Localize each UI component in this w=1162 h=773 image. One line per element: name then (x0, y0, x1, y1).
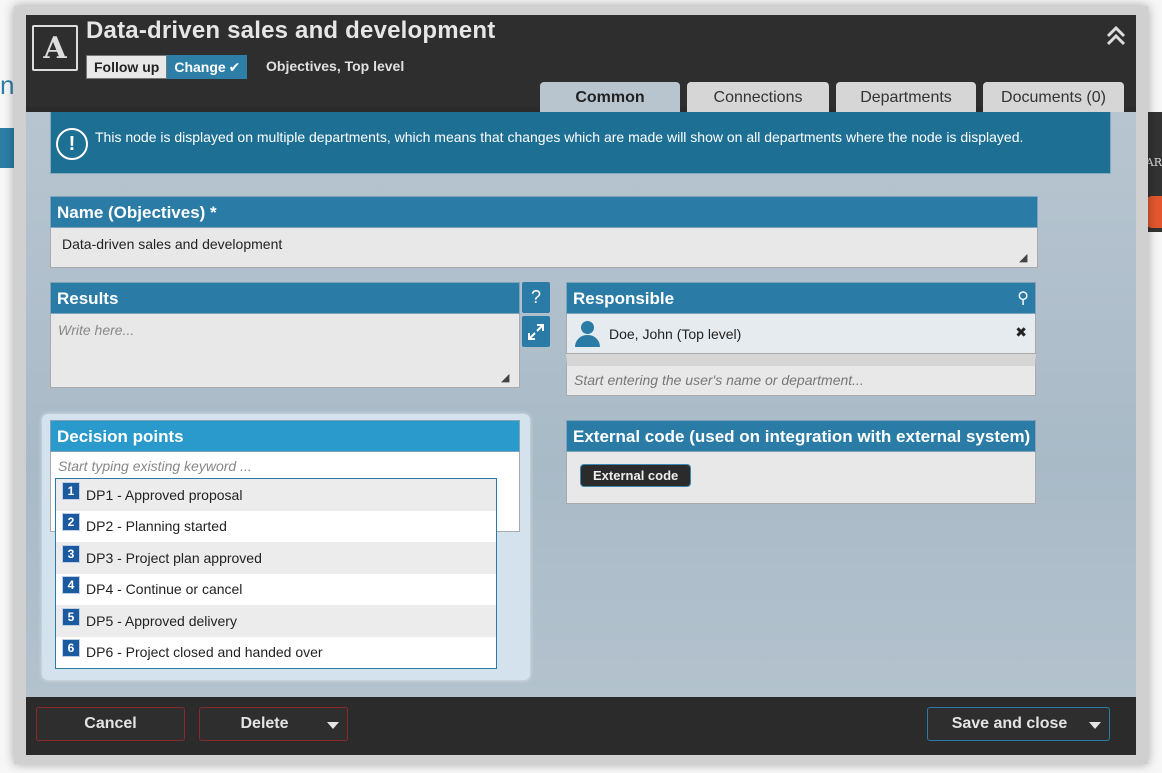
responsible-field-header: Responsible ⚲ (566, 282, 1036, 314)
save-button-label: Save and close (951, 715, 1068, 732)
tab-bar: Common Connections Departments Documents… (540, 82, 1124, 113)
follow-up-status[interactable]: Follow up (86, 55, 168, 79)
dropdown-option-dp1[interactable]: 1 DP1 - Approved proposal (56, 479, 496, 511)
cancel-button[interactable]: Cancel (36, 707, 185, 741)
page-title: Data-driven sales and development (86, 17, 496, 44)
edit-node-modal: A Data-driven sales and development Foll… (14, 6, 1148, 764)
option-number-badge: 6 (62, 639, 80, 658)
background-side-text: AR (1145, 156, 1162, 169)
user-select-icon[interactable]: ⚲ (1017, 288, 1029, 308)
dropdown-option-dp4[interactable]: 4 DP4 - Continue or cancel (56, 574, 496, 606)
option-number-badge: 1 (62, 481, 80, 500)
tab-common[interactable]: Common (540, 82, 680, 113)
user-avatar-icon (573, 319, 601, 349)
name-field: Name (Objectives) * Data-driven sales an… (50, 196, 1038, 268)
tab-documents[interactable]: Documents (0) (983, 82, 1124, 113)
option-number-badge: 3 (62, 544, 80, 563)
option-label: DP1 - Approved proposal (86, 486, 243, 503)
option-number-badge: 2 (62, 513, 80, 532)
option-number-badge: 5 (62, 607, 80, 626)
dropdown-option-dp3[interactable]: 3 DP3 - Project plan approved (56, 542, 496, 574)
delete-button-label: Delete (240, 715, 289, 732)
results-side-buttons: ? (522, 282, 550, 350)
question-icon: ? (530, 287, 541, 307)
name-input[interactable]: Data-driven sales and development ◢ (50, 228, 1038, 268)
resize-handle-icon[interactable]: ◢ (501, 371, 513, 384)
option-label: DP5 - Approved delivery (86, 612, 237, 629)
dropdown-option-dp2[interactable]: 2 DP2 - Planning started (56, 511, 496, 543)
resize-handle-icon[interactable]: ◢ (1019, 251, 1031, 264)
decision-points-label: Decision points (50, 420, 520, 452)
results-textarea[interactable]: Write here... ◢ (50, 314, 520, 388)
save-and-close-button[interactable]: Save and close (927, 707, 1110, 741)
double-chevron-up-icon-svg (1106, 25, 1126, 46)
expand-button[interactable] (522, 316, 550, 347)
responsible-search-input[interactable]: Start entering the user's name or depart… (566, 354, 1036, 396)
name-input-value: Data-driven sales and development (62, 236, 283, 252)
check-icon: ✔ (228, 58, 241, 75)
option-label: DP3 - Project plan approved (86, 549, 262, 566)
multi-department-notice: ! This node is displayed on multiple dep… (50, 112, 1111, 174)
document-node-icon: A (32, 25, 78, 71)
background-nav-block (0, 128, 14, 168)
responsible-placeholder: Start entering the user's name or depart… (574, 372, 864, 388)
modal-header: A Data-driven sales and development Foll… (26, 15, 1136, 113)
decision-points-panel: Decision points Start typing existing ke… (42, 414, 530, 680)
decision-points-field: Decision points Start typing existing ke… (50, 420, 520, 669)
double-chevron-up-icon[interactable] (1102, 23, 1130, 51)
caret-down-icon[interactable] (1089, 722, 1101, 729)
dropdown-option-dp6[interactable]: 6 DP6 - Project closed and handed over (56, 637, 496, 669)
change-label: Change (174, 59, 226, 75)
external-code-field: External code (used on integration with … (566, 420, 1036, 504)
tab-connections[interactable]: Connections (687, 82, 829, 113)
responsible-person-chip: Doe, John (Top level) ✖ (566, 314, 1036, 354)
responsible-person-name: Doe, John (Top level) (609, 325, 742, 342)
caret-down-icon[interactable] (327, 722, 339, 729)
decision-points-dropdown: 1 DP1 - Approved proposal 2 DP2 - Planni… (55, 478, 497, 669)
external-code-label: External code (used on integration with … (566, 420, 1036, 452)
results-placeholder: Write here... (58, 322, 135, 338)
external-code-tag[interactable]: External code (580, 464, 692, 487)
option-number-badge: 4 (62, 576, 80, 595)
results-field: Results Write here... ◢ (50, 282, 520, 388)
background-tag-icon (1146, 196, 1162, 228)
dropdown-option-dp5[interactable]: 5 DP5 - Approved delivery (56, 605, 496, 637)
option-label: DP4 - Continue or cancel (86, 581, 243, 598)
help-button[interactable]: ? (522, 282, 550, 313)
decision-points-placeholder: Start typing existing keyword ... (58, 458, 252, 474)
option-label: DP2 - Planning started (86, 518, 227, 535)
tab-departments[interactable]: Departments (836, 82, 976, 113)
name-field-label: Name (Objectives) * (50, 196, 1038, 228)
modal-footer: Cancel Delete Save and close (26, 697, 1136, 755)
modal-content: A Data-driven sales and development Foll… (26, 15, 1136, 755)
responsible-field-label: Responsible (573, 289, 675, 308)
exclamation-circle-icon: ! (56, 128, 88, 160)
results-field-label: Results (50, 282, 520, 314)
option-label: DP6 - Project closed and handed over (86, 644, 323, 661)
external-code-box: External code (566, 452, 1036, 504)
remove-person-icon[interactable]: ✖ (1015, 324, 1027, 341)
change-status[interactable]: Change ✔ (167, 55, 248, 79)
cancel-button-label: Cancel (84, 715, 137, 732)
modal-body: ! This node is displayed on multiple dep… (26, 112, 1136, 697)
delete-button[interactable]: Delete (199, 707, 348, 741)
responsible-field: Responsible ⚲ Doe, John (Top level) ✖ St… (566, 282, 1036, 396)
status-pills: Follow up Change ✔ (86, 55, 248, 79)
expand-icon (528, 323, 544, 340)
node-subtitle: Objectives, Top level (266, 58, 405, 74)
notice-text: This node is displayed on multiple depar… (95, 129, 1024, 145)
